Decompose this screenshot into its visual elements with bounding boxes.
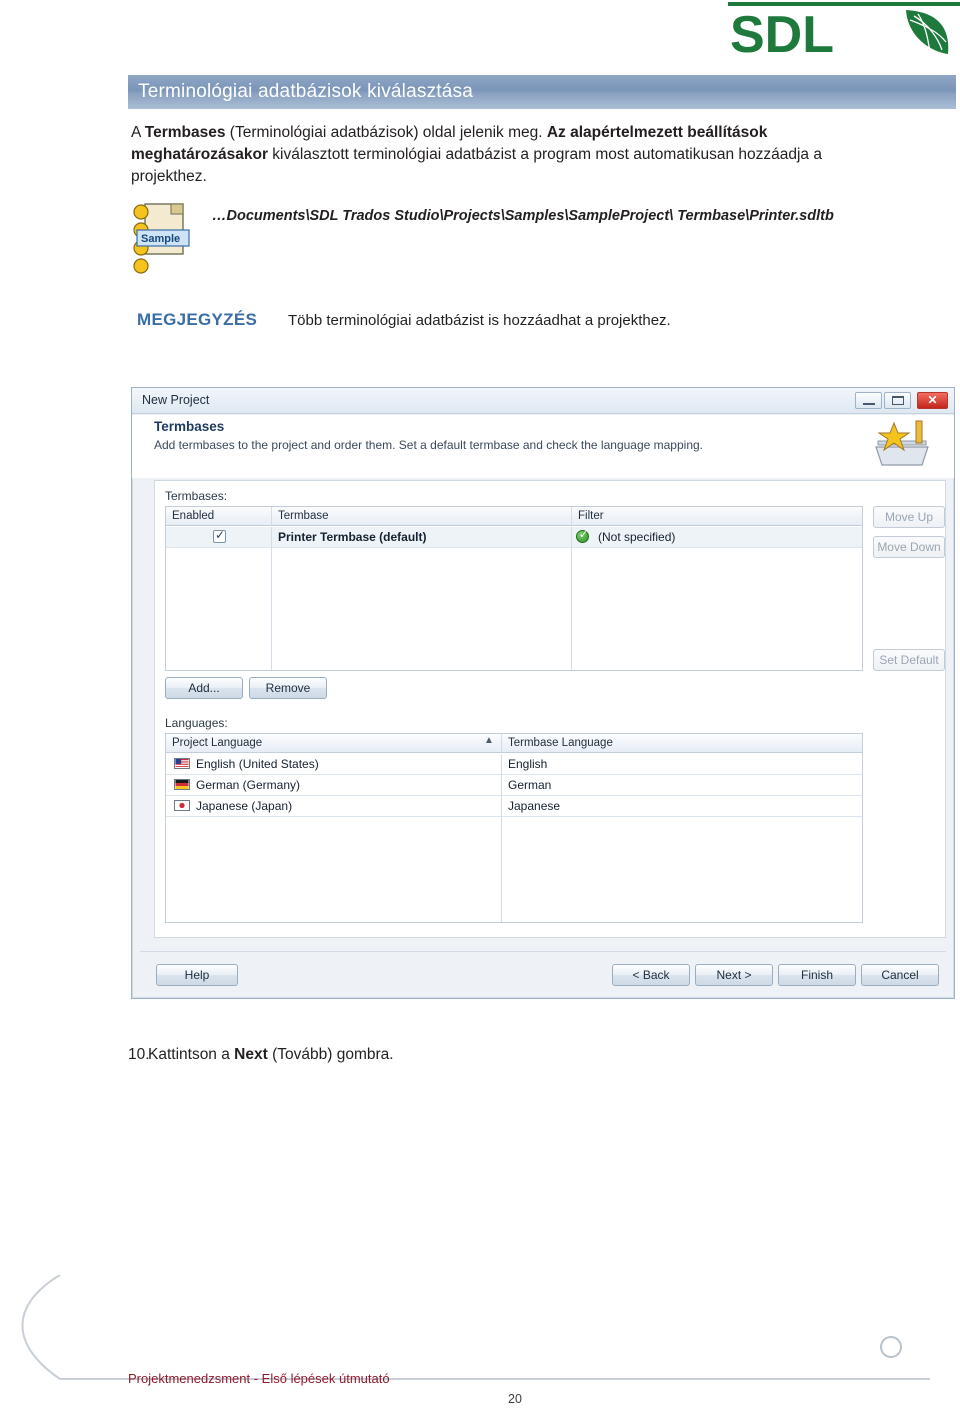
back-button[interactable]: < Back (612, 964, 690, 986)
step-instruction: 10. Kattintson a Next (Tovább) gombra. (128, 1046, 394, 1064)
footer-circle-icon (880, 1336, 902, 1358)
column-filter: Filter (578, 510, 604, 522)
move-down-button[interactable]: Move Down (873, 536, 945, 558)
list-item[interactable]: Japanese (Japan) Japanese (166, 796, 862, 817)
termbases-grid[interactable]: Enabled Termbase Filter Printer Termbase… (165, 506, 863, 671)
note-label: MEGJEGYZÉS (137, 310, 258, 329)
intro-paragraph: A Termbases (Terminológiai adatbázisok) … (131, 122, 891, 188)
para-bold-termbases: Termbases (144, 124, 226, 141)
divider (501, 734, 502, 752)
termbase-header-icon (875, 420, 929, 466)
screenshot-new-project-dialog: New Project ✕ Termbases Add termbases to… (131, 387, 955, 999)
project-language: German (Germany) (196, 778, 301, 792)
languages-grid-header: Project Language Termbase Language ▲ (166, 734, 862, 753)
close-button[interactable]: ✕ (917, 392, 948, 409)
column-termbase-language: Termbase Language (508, 737, 613, 749)
footer-doc-title: Projektmenedzsment - Első lépések útmuta… (128, 1371, 390, 1386)
list-item[interactable]: German (Germany) German (166, 775, 862, 796)
para-prefix: A (131, 124, 145, 141)
cancel-button[interactable]: Cancel (861, 964, 939, 986)
maximize-icon (892, 396, 904, 405)
termbases-group-label: Termbases: (165, 489, 228, 503)
de-flag-icon (174, 779, 190, 790)
termbase-language: Japanese (508, 799, 561, 813)
minimize-icon (863, 403, 875, 405)
finish-button[interactable]: Finish (778, 964, 856, 986)
help-button[interactable]: Help (156, 964, 238, 986)
divider (571, 507, 572, 525)
column-termbase: Termbase (278, 510, 329, 522)
divider (501, 754, 502, 922)
header-title: Termbases (154, 419, 225, 434)
filter-status-icon (576, 528, 589, 543)
close-icon: ✕ (927, 393, 938, 407)
header-subtitle: Add termbases to the project and order t… (154, 438, 704, 452)
sample-path: …Documents\SDL Trados Studio\Projects\Sa… (212, 208, 834, 224)
footer-separator (140, 951, 946, 952)
para-mid: (Terminológiai adatbázisok) oldal jeleni… (225, 124, 547, 141)
remove-button[interactable]: Remove (249, 677, 327, 699)
project-language: Japanese (Japan) (196, 799, 293, 813)
footer-page-number: 20 (508, 1392, 522, 1406)
jp-flag-icon (174, 800, 190, 811)
footer-decoration (21, 1275, 930, 1380)
step-prefix: Kattintson a (148, 1046, 235, 1063)
step-bold: Next (234, 1046, 268, 1063)
move-up-button[interactable]: Move Up (873, 506, 945, 528)
svg-text:SDL: SDL (730, 6, 834, 62)
termbases-grid-header: Enabled Termbase Filter (166, 507, 862, 526)
list-item[interactable]: English (United States) English (166, 754, 862, 775)
row-termbase-name: Printer Termbase (default) (278, 530, 427, 544)
next-button[interactable]: Next > (695, 964, 773, 986)
sdl-logo: SDL (728, 2, 960, 62)
dialog-title: New Project (142, 393, 210, 407)
sample-folder-icon: Sample (133, 203, 190, 274)
row-filter-value: (Not specified) (598, 530, 676, 544)
termbase-language: German (508, 778, 552, 792)
step-suffix: (Tovább) gombra. (267, 1046, 394, 1063)
divider (571, 527, 572, 670)
sample-icon-label: Sample (141, 233, 180, 245)
project-language: English (United States) (196, 757, 319, 771)
step-number: 10. (128, 1046, 150, 1063)
sort-ascending-icon: ▲ (484, 735, 494, 746)
set-default-button[interactable]: Set Default (873, 649, 945, 671)
us-flag-icon (174, 758, 190, 769)
page-title: Terminológiai adatbázisok kiválasztása (128, 75, 956, 109)
dialog-header: Termbases Add termbases to the project a… (132, 415, 954, 478)
divider (271, 527, 272, 670)
row-enabled-checkbox[interactable] (213, 528, 226, 543)
minimize-button[interactable] (855, 392, 882, 409)
dialog-titlebar: New Project ✕ (132, 388, 954, 414)
note-text: Több terminológiai adatbázist is hozzáad… (288, 312, 671, 329)
divider (271, 507, 272, 525)
column-project-language: Project Language (172, 737, 263, 749)
dialog-body: Termbases: Enabled Termbase Filter Print… (154, 480, 946, 938)
languages-group-label: Languages: (165, 716, 228, 730)
termbase-language: English (508, 757, 548, 771)
add-button[interactable]: Add... (165, 677, 243, 699)
column-enabled: Enabled (172, 510, 215, 522)
maximize-button[interactable] (884, 392, 911, 409)
languages-grid[interactable]: Project Language Termbase Language ▲ Eng… (165, 733, 863, 923)
